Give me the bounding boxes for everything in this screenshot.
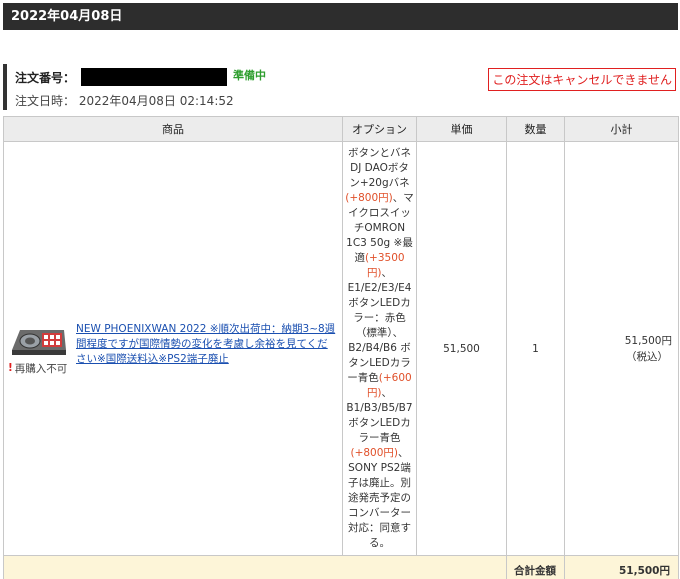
order-items-table: 商品 オプション 単価 数量 小計 ! 再購入不可 NEW PHOENIXWAN… xyxy=(3,116,679,579)
order-status-badge: 準備中 xyxy=(233,69,267,82)
product-cell: ! 再購入不可 NEW PHOENIXWAN 2022 ※順次出荷中：納期3~8… xyxy=(3,141,343,556)
date-header: 2022年04月08日 xyxy=(3,3,678,30)
cancel-notice: この注文はキャンセルできません xyxy=(488,68,676,91)
option-text: 、E1/E2/E3/E4ボタンLEDカラー：赤色（標準）、B2/B4/B6 ボタ… xyxy=(347,267,412,384)
total-spacer xyxy=(3,555,507,579)
order-summary: 注文番号： 準備中 注文日時： 2022年04月08日 02:14:52 この注… xyxy=(3,64,678,110)
order-number-redacted xyxy=(81,68,228,86)
total-row: 合計金額 51,500円 xyxy=(3,555,679,579)
total-value: 51,500円 xyxy=(564,555,679,579)
order-date-label: 注文日時： xyxy=(15,94,76,108)
option-text: ボタンとバネ xyxy=(348,147,411,159)
subtotal-cell: 51,500円 （税込） xyxy=(564,141,679,556)
option-cell: ボタンとバネ DJ DAOボタン+20gバネ (+800円)、マイクロスイッチO… xyxy=(342,141,417,556)
column-header-qty: 数量 xyxy=(506,116,565,142)
order-number-row: 注文番号： 準備中 xyxy=(15,67,266,87)
order-number-label: 注文番号： xyxy=(15,70,76,85)
option-price: (+800円) xyxy=(350,447,399,459)
unit-price: 51,500 xyxy=(416,141,507,556)
rebuy-notice: ! 再購入不可 xyxy=(8,361,72,376)
quantity: 1 xyxy=(506,141,565,556)
total-label: 合計金額 xyxy=(506,555,565,579)
subtotal-value: 51,500円 xyxy=(624,334,672,347)
exclamation-icon: ! xyxy=(8,362,13,374)
column-header-option: オプション xyxy=(342,116,417,142)
product-thumbnail[interactable] xyxy=(8,322,68,358)
subtotal-tax-label: （税込） xyxy=(626,350,668,363)
order-date: 注文日時： 2022年04月08日 02:14:52 xyxy=(15,92,234,109)
column-header-product: 商品 xyxy=(3,116,343,142)
option-text: 、SONY PS2端子は廃止。別途発売予定のコンバーター対応：同意する。 xyxy=(348,447,411,549)
product-name-link[interactable]: NEW PHOENIXWAN 2022 ※順次出荷中：納期3~8週間程度ですが国… xyxy=(76,322,338,367)
order-date-value: 2022年04月08日 02:14:52 xyxy=(78,94,234,108)
option-price: (+800円) xyxy=(345,192,393,204)
column-header-price: 単価 xyxy=(416,116,507,142)
rebuy-label: 再購入不可 xyxy=(14,362,68,375)
controller-image-icon xyxy=(12,329,66,355)
table-row: ! 再購入不可 NEW PHOENIXWAN 2022 ※順次出荷中：納期3~8… xyxy=(3,141,679,556)
column-header-subtotal: 小計 xyxy=(564,116,679,142)
option-text: DJ DAOボタン+20gバネ xyxy=(349,162,410,189)
table-header-row: 商品 オプション 単価 数量 小計 xyxy=(3,116,679,142)
